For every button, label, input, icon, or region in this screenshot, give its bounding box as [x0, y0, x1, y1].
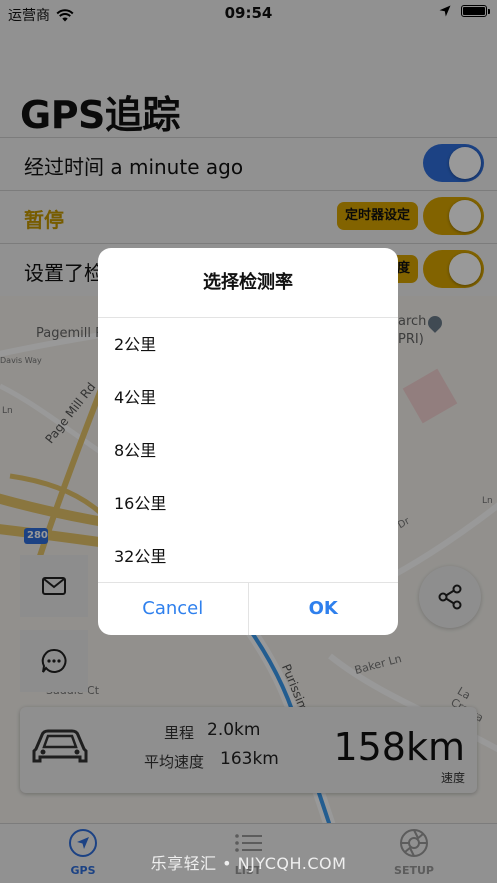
dialog-option-4km[interactable]: 4公里	[98, 371, 398, 424]
cancel-button[interactable]: Cancel	[98, 583, 249, 635]
dialog-actions: Cancel OK	[98, 582, 398, 635]
dialog-option-2km[interactable]: 2公里	[98, 318, 398, 371]
dialog-option-8km[interactable]: 8公里	[98, 424, 398, 477]
dialog-option-32km[interactable]: 32公里	[98, 530, 398, 583]
dialog-option-16km[interactable]: 16公里	[98, 477, 398, 530]
ok-button[interactable]: OK	[249, 583, 399, 635]
detection-rate-dialog: 选择检测率 2公里 4公里 8公里 16公里 32公里 Cancel OK	[98, 248, 398, 635]
watermark: 乐享轻汇 • NJYCQH.COM	[150, 854, 347, 873]
dialog-title: 选择检测率	[98, 248, 398, 318]
